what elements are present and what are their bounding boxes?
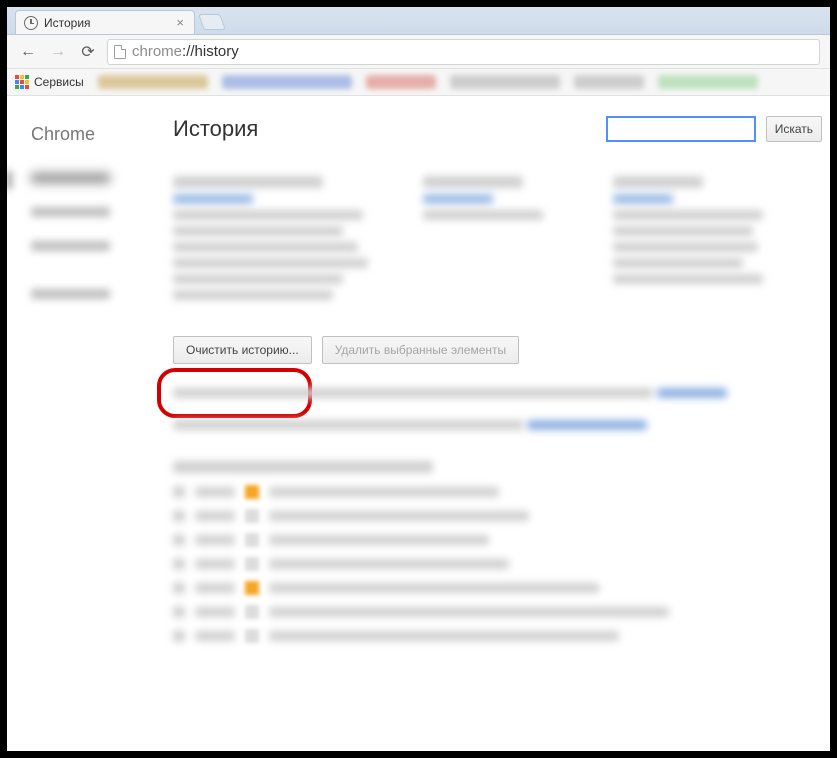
url-text: chrome://history [132, 43, 239, 60]
bookmark-item[interactable] [450, 75, 560, 89]
apps-label: Сервисы [34, 75, 84, 89]
tab-title: История [44, 16, 91, 30]
bookmark-item[interactable] [658, 75, 758, 89]
history-entry[interactable] [173, 605, 822, 619]
history-date-heading [173, 461, 433, 473]
navigation-toolbar: ← → ⟳ chrome://history [7, 35, 830, 69]
tab-strip: История × [7, 7, 830, 35]
history-list [173, 485, 822, 643]
apps-shortcut[interactable]: Сервисы [15, 75, 84, 89]
tab-close-button[interactable]: × [174, 15, 186, 30]
history-search-input[interactable] [606, 116, 756, 142]
sidebar-item[interactable] [21, 207, 153, 225]
content-area: Chrome История Искать [7, 96, 830, 751]
browser-window: История × ← → ⟳ chrome://history Сервисы [7, 7, 830, 751]
settings-sidebar: Chrome [7, 96, 165, 751]
synced-tabs-section [173, 170, 822, 306]
bookmark-item[interactable] [574, 75, 644, 89]
bookmark-item[interactable] [98, 75, 208, 89]
sidebar-item-history[interactable] [21, 173, 153, 191]
delete-selected-button[interactable]: Удалить выбранные элементы [322, 336, 519, 364]
history-search-button[interactable]: Искать [766, 116, 822, 142]
history-entry[interactable] [173, 581, 822, 595]
info-text [173, 417, 822, 435]
history-entry[interactable] [173, 509, 822, 523]
sidebar-item[interactable] [21, 289, 153, 307]
clear-history-button[interactable]: Очистить историю... [173, 336, 312, 364]
url-path: ://history [182, 43, 239, 60]
bookmark-item[interactable] [366, 75, 436, 89]
new-tab-button[interactable] [198, 14, 226, 30]
history-main: История Искать [165, 96, 830, 751]
apps-icon [15, 75, 29, 89]
history-entry[interactable] [173, 629, 822, 643]
history-actions: Очистить историю... Удалить выбранные эл… [173, 336, 822, 364]
bookmark-item[interactable] [222, 75, 352, 89]
back-button[interactable]: ← [17, 41, 39, 63]
sidebar-item[interactable] [21, 241, 153, 259]
brand-label: Chrome [7, 124, 165, 145]
history-icon [24, 16, 38, 30]
address-bar[interactable]: chrome://history [107, 39, 820, 65]
history-entry[interactable] [173, 557, 822, 571]
tab-history[interactable]: История × [15, 10, 195, 34]
history-entry[interactable] [173, 533, 822, 547]
page-header: История Искать [173, 116, 822, 142]
reload-button[interactable]: ⟳ [77, 41, 99, 63]
url-scheme: chrome [132, 43, 182, 60]
page-icon [114, 45, 126, 59]
history-entry[interactable] [173, 485, 822, 499]
bookmarks-bar: Сервисы [7, 69, 830, 96]
forward-button[interactable]: → [47, 41, 69, 63]
page-title: История [173, 116, 596, 142]
info-text [173, 382, 822, 409]
